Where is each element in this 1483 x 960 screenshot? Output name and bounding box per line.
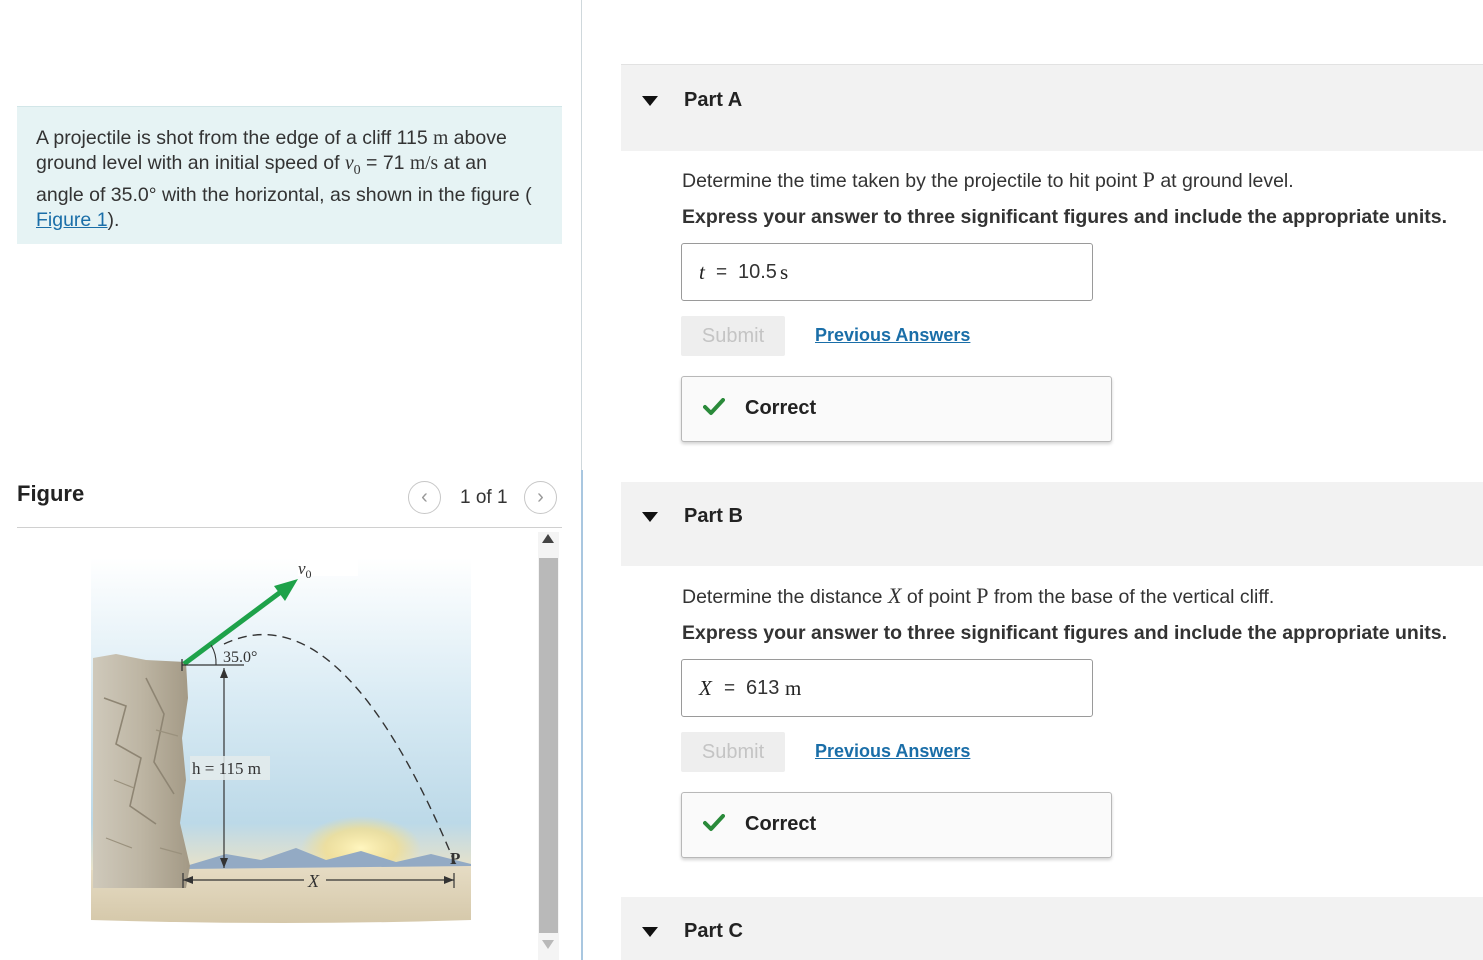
part-b-header[interactable]: Part B xyxy=(621,482,1483,566)
answer-variable: X xyxy=(699,676,712,700)
previous-figure-button[interactable]: ‹ xyxy=(408,481,441,514)
checkmark-icon xyxy=(703,814,725,831)
part-a-feedback: Correct xyxy=(681,376,1112,442)
projectile-figure: v0 35.0° h = 115 m X P xyxy=(86,548,478,928)
caret-down-icon xyxy=(642,96,658,106)
part-a-submit-button[interactable]: Submit xyxy=(681,316,785,356)
checkmark-icon xyxy=(703,398,725,415)
answer-unit: m xyxy=(785,676,802,700)
caret-down-icon xyxy=(642,927,658,937)
figure-divider xyxy=(17,527,562,528)
part-b-title: Part B xyxy=(684,505,743,527)
answer-value: 613 xyxy=(746,677,780,699)
part-a-question: Determine the time taken by the projecti… xyxy=(682,167,1294,192)
part-b-question: Determine the distance X of point P from… xyxy=(682,583,1275,608)
part-b-feedback: Correct xyxy=(681,792,1112,858)
point-p-label: P xyxy=(450,849,460,868)
problem-statement: A projectile is shot from the edge of a … xyxy=(17,106,562,244)
part-a-header[interactable]: Part A xyxy=(621,64,1483,151)
scroll-up-icon[interactable] xyxy=(542,534,554,543)
chevron-left-icon: ‹ xyxy=(421,486,428,508)
part-c-header[interactable]: Part C xyxy=(621,897,1483,960)
part-b-submit-button[interactable]: Submit xyxy=(681,732,785,772)
answer-value: 10.5 xyxy=(738,261,777,283)
scrollbar-thumb[interactable] xyxy=(539,558,558,933)
part-b-instruction: Express your answer to three significant… xyxy=(682,622,1447,644)
part-a-answer-field[interactable]: t = 10.5 s xyxy=(681,243,1093,301)
problem-panel: A projectile is shot from the edge of a … xyxy=(0,0,581,960)
problem-line-1: A projectile is shot from the edge of a … xyxy=(36,127,507,149)
answer-unit: s xyxy=(780,260,789,284)
part-c-title: Part C xyxy=(684,920,743,942)
scroll-down-icon[interactable] xyxy=(542,940,554,949)
problem-line-2: ground level with an initial speed of v0… xyxy=(36,152,487,178)
chevron-right-icon: › xyxy=(537,486,544,508)
next-figure-button[interactable]: › xyxy=(524,481,557,514)
caret-down-icon xyxy=(642,512,658,522)
figure-counter: 1 of 1 xyxy=(460,487,508,508)
figure-title: Figure xyxy=(17,481,85,506)
cliff-illustration xyxy=(93,654,190,888)
part-a-previous-answers-link[interactable]: Previous Answers xyxy=(815,325,970,346)
panel-divider-accent xyxy=(581,470,583,960)
answer-variable: t xyxy=(699,260,705,284)
answer-equals: = xyxy=(724,678,736,699)
part-a-instruction: Express your answer to three significant… xyxy=(682,206,1447,228)
problem-line-4: Figure 1). xyxy=(36,208,120,231)
answer-equals: = xyxy=(716,262,728,283)
part-b-answer-field[interactable]: X = 613 m xyxy=(681,659,1093,717)
problem-line-3: angle of 35.0° with the horizontal, as s… xyxy=(36,183,532,206)
part-b-previous-answers-link[interactable]: Previous Answers xyxy=(815,741,970,762)
angle-label: 35.0° xyxy=(223,649,257,666)
height-label: h = 115 m xyxy=(192,759,261,778)
figure-link[interactable]: Figure 1 xyxy=(36,209,108,231)
part-a-title: Part A xyxy=(684,89,743,111)
feedback-text: Correct xyxy=(745,397,817,419)
distance-label: X xyxy=(307,871,320,891)
feedback-text: Correct xyxy=(745,813,817,835)
